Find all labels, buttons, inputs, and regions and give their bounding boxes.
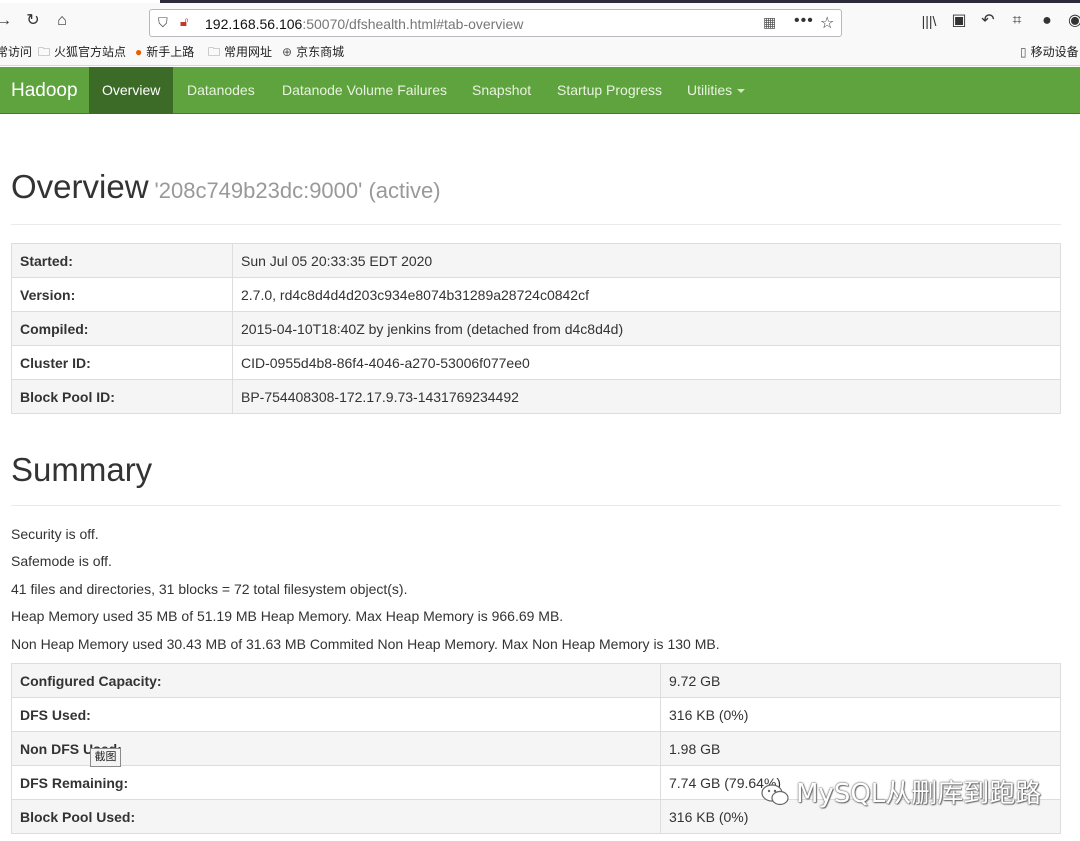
divider [11, 224, 1061, 225]
table-row: Cluster ID: CID-0955d4b8-86f4-4046-a270-5… [11, 345, 1061, 380]
safemode-status: Safemode is off. [11, 553, 112, 569]
hadoop-navbar: Hadoop Overview Datanodes Datanode Volum… [0, 67, 1080, 114]
tab-datanode-volume-failures[interactable]: Datanode Volume Failures [282, 67, 447, 114]
namenode-subtitle: '208c749b23dc:9000' (active) [154, 178, 441, 203]
bookmark-firefox-site[interactable]: 🗀︎ 火狐官方站点 [38, 45, 126, 59]
tab-snapshot[interactable]: Snapshot [472, 67, 531, 114]
folder-icon: 🗀︎ [208, 45, 221, 59]
row-label: Compiled: [11, 311, 233, 346]
bookmark-most-visited[interactable]: 常访问 [0, 45, 32, 59]
crop-icon[interactable]: ⌗ [1008, 11, 1026, 31]
table-row: DFS Used: 316 KB (0%) [11, 697, 1061, 732]
tab-startup-progress[interactable]: Startup Progress [557, 67, 662, 114]
tab-utilities[interactable]: Utilities [687, 67, 746, 114]
row-label: Cluster ID: [11, 345, 233, 380]
heap-memory: Heap Memory used 35 MB of 51.19 MB Heap … [11, 608, 564, 624]
table-row: Version: 2.7.0, rd4c8d4d4d203c934e8074b31… [11, 277, 1061, 312]
page-title: Overview [11, 168, 149, 205]
row-label: DFS Used: [11, 697, 661, 732]
bookmark-getting-started[interactable]: ● 新手上路 [135, 45, 194, 59]
row-label: Block Pool ID: [11, 379, 233, 414]
home-icon[interactable]: ⌂ [52, 11, 72, 31]
insecure-lock-icon[interactable]: 🔓︎ [180, 14, 188, 30]
row-value: 9.72 GB [660, 663, 1061, 698]
chat-icon[interactable]: ● [1038, 11, 1056, 31]
bookmarks-bar: 常访问 🗀︎ 火狐官方站点 ● 新手上路 🗀︎ 常用网址 ⊕ 京东商城 ▯ 移动设备 [0, 40, 1080, 66]
row-value: 2015-04-10T18:40Z by jenkins from (detac… [232, 311, 1061, 346]
row-value: Sun Jul 05 20:33:35 EDT 2020 [232, 243, 1061, 278]
url-bar[interactable]: ⛉ 🔓︎ 192.168.56.106:50070/dfshealth.html… [149, 9, 842, 37]
summary-heading: Summary [11, 451, 153, 488]
row-label: Block Pool Used: [11, 799, 661, 834]
account-icon[interactable]: ◉ [1066, 11, 1080, 31]
globe-icon: ⊕ [282, 45, 293, 59]
row-value: 1.98 GB [660, 731, 1061, 766]
row-label: Configured Capacity: [11, 663, 661, 698]
wechat-icon [761, 783, 789, 805]
bookmark-star-icon[interactable]: ☆ [820, 13, 834, 33]
undo-icon[interactable]: ↶ [979, 11, 997, 31]
page-actions-icon[interactable]: ••• [794, 12, 814, 30]
security-status: Security is off. [11, 526, 99, 542]
watermark: MySQL从删库到跑路 [760, 773, 1041, 810]
table-row: Compiled: 2015-04-10T18:40Z by jenkins fr… [11, 311, 1061, 346]
forward-icon[interactable]: → [0, 11, 12, 31]
firefox-icon: ● [135, 45, 143, 59]
table-row: Started: Sun Jul 05 20:33:35 EDT 2020 [11, 243, 1061, 278]
row-value: BP-754408308-172.17.9.73-1431769234492 [232, 379, 1061, 414]
chevron-down-icon [737, 89, 746, 94]
tab-datanodes[interactable]: Datanodes [187, 67, 255, 114]
mobile-device-icon: ▯ [1020, 45, 1027, 59]
screenshot-tooltip: 截图 [90, 748, 121, 767]
url-text[interactable]: 192.168.56.106:50070/dfshealth.html#tab-… [205, 16, 523, 32]
browser-toolbar: → ↻ ⌂ ⛉ 🔓︎ 192.168.56.106:50070/dfshealt… [0, 3, 1080, 40]
row-label: Version: [11, 277, 233, 312]
table-row: Block Pool ID: BP-754408308-172.17.9.73-1… [11, 379, 1061, 414]
row-value: CID-0955d4b8-86f4-4046-a270-53006f077ee0 [232, 345, 1061, 380]
row-value: 2.7.0, rd4c8d4d4d203c934e8074b31289a2872… [232, 277, 1061, 312]
tracking-shield-icon[interactable]: ⛉ [158, 15, 168, 31]
table-row: Configured Capacity: 9.72 GB [11, 663, 1061, 698]
row-value: 316 KB (0%) [660, 697, 1061, 732]
tab-overview[interactable]: Overview [89, 67, 174, 114]
bookmark-jd-mall[interactable]: ⊕ 京东商城 [282, 45, 344, 59]
non-heap-memory: Non Heap Memory used 30.43 MB of 31.63 M… [11, 636, 720, 652]
hadoop-brand[interactable]: Hadoop [11, 80, 78, 102]
overview-heading: Overview '208c749b23dc:9000' (active) [11, 168, 441, 206]
filesystem-objects: 41 files and directories, 31 blocks = 72… [11, 581, 408, 597]
row-label: Started: [11, 243, 233, 278]
qr-code-icon[interactable]: ▦ [763, 14, 776, 31]
sidebar-icon[interactable]: ▣ [950, 11, 968, 31]
folder-icon: 🗀︎ [38, 45, 51, 59]
overview-table: Started: Sun Jul 05 20:33:35 EDT 2020 Ver… [11, 243, 1061, 414]
divider [11, 505, 1061, 506]
table-row: Non DFS Used: 1.98 GB [11, 731, 1061, 766]
reload-icon[interactable]: ↻ [24, 11, 42, 31]
library-icon[interactable]: |||\ [920, 11, 938, 31]
bookmark-mobile[interactable]: ▯ 移动设备 [1020, 45, 1079, 59]
bookmark-common-sites[interactable]: 🗀︎ 常用网址 [208, 45, 272, 59]
row-label: DFS Remaining: [11, 765, 661, 800]
